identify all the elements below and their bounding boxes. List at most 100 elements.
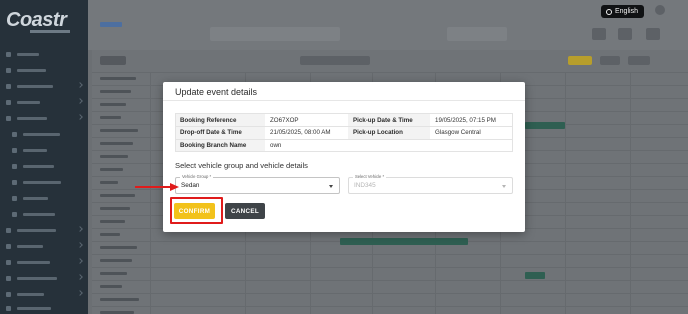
grid-row-label	[100, 285, 122, 288]
sidebar-item[interactable]	[6, 226, 56, 234]
modal-title: Update event details	[175, 87, 258, 97]
grid-column-line	[150, 72, 151, 314]
table-row: Booking Reference ZO67XOP Pick-up Date &…	[175, 114, 513, 127]
sidebar-item-label	[23, 196, 48, 200]
sidebar-item-icon	[12, 131, 17, 137]
sidebar-item[interactable]	[6, 66, 46, 74]
calendar-control[interactable]	[568, 56, 592, 65]
grid-row-line	[92, 293, 688, 294]
toolbar-icon[interactable]	[646, 28, 660, 40]
sidebar-item[interactable]	[6, 98, 40, 106]
sidebar-item[interactable]	[12, 194, 48, 202]
grid-row-label	[100, 272, 127, 275]
sidebar-item-icon	[6, 51, 11, 57]
toolbar-icon[interactable]	[618, 28, 632, 40]
modal-divider	[163, 100, 525, 101]
sidebar-item-label	[23, 148, 47, 152]
sidebar-item[interactable]	[12, 130, 60, 138]
empty-cell	[430, 139, 513, 152]
vehicle-select[interactable]: Select Vehicle * IND345	[348, 174, 513, 194]
booking-bar[interactable]	[525, 122, 565, 129]
grid-row-line	[92, 254, 688, 255]
grid-column-line	[630, 72, 631, 314]
sidebar-item-label	[17, 260, 50, 264]
empty-cell	[348, 139, 430, 152]
sidebar-item-label	[17, 276, 57, 280]
sidebar-item-icon	[12, 163, 17, 169]
sidebar-item-label	[23, 132, 60, 136]
calendar-range	[300, 56, 370, 65]
grid-row-label	[100, 116, 121, 119]
grid-row-label	[100, 233, 120, 236]
cancel-button[interactable]: CANCEL	[225, 203, 265, 219]
grid-row-line	[92, 267, 688, 268]
chevron-down-icon	[77, 98, 83, 104]
avatar[interactable]	[655, 5, 665, 15]
sidebar-item-icon	[6, 67, 11, 73]
sidebar-item[interactable]	[12, 162, 54, 170]
sidebar-item-icon	[6, 243, 11, 249]
grid-row-label	[100, 142, 133, 145]
vehicle-group-label: Vehicle Group *	[180, 174, 214, 180]
grid-row-label	[100, 90, 131, 93]
search-field[interactable]	[210, 27, 340, 41]
booking-reference-value: ZO67XOP	[265, 114, 348, 127]
toolbar-icon[interactable]	[592, 28, 606, 40]
dropoff-datetime-label: Drop-off Date & Time	[175, 126, 265, 140]
vehicle-value: IND345	[354, 182, 376, 189]
calendar-control[interactable]	[100, 56, 126, 65]
sidebar-item-icon	[12, 179, 17, 185]
booking-bar[interactable]	[525, 272, 545, 279]
sidebar-item[interactable]	[6, 304, 51, 312]
calendar-control[interactable]	[600, 56, 620, 65]
sidebar-item[interactable]	[6, 82, 53, 90]
booking-bar[interactable]	[340, 238, 468, 245]
grid-row-label	[100, 259, 132, 262]
table-row: Booking Branch Name own	[175, 139, 513, 152]
sidebar: Coastr	[0, 0, 88, 314]
grid-column-line	[565, 72, 566, 314]
sidebar-item[interactable]	[6, 258, 50, 266]
vehicle-group-select[interactable]: Vehicle Group * Sedan	[175, 174, 340, 194]
sidebar-item-label	[17, 228, 56, 232]
filter-dropdown[interactable]	[447, 27, 507, 41]
sidebar-item[interactable]	[6, 290, 44, 298]
sidebar-item[interactable]	[12, 210, 55, 218]
globe-icon	[606, 8, 612, 15]
sidebar-item[interactable]	[6, 50, 39, 58]
dropoff-datetime-value: 21/05/2025, 08:00 AM	[265, 126, 348, 140]
sidebar-item-icon	[6, 99, 11, 105]
date-tab	[100, 22, 122, 27]
sidebar-item-icon	[6, 115, 11, 121]
chevron-down-icon	[329, 185, 333, 188]
sidebar-item[interactable]	[12, 146, 47, 154]
section-title: Select vehicle group and vehicle details	[175, 161, 308, 170]
chevron-down-icon	[77, 82, 83, 88]
grid-row-line	[92, 306, 688, 307]
grid-row-line	[92, 72, 688, 73]
sidebar-item-label	[17, 244, 43, 248]
sidebar-item[interactable]	[12, 178, 61, 186]
vehicle-group-value: Sedan	[181, 182, 200, 189]
sidebar-item-icon	[12, 195, 17, 201]
chevron-down-icon	[502, 185, 506, 188]
sidebar-item-icon	[6, 305, 11, 311]
sidebar-item[interactable]	[6, 114, 47, 122]
sidebar-item-icon	[6, 83, 11, 89]
booking-details-table: Booking Reference ZO67XOP Pick-up Date &…	[175, 114, 513, 152]
language-button[interactable]: English	[601, 5, 644, 18]
app-logo: Coastr	[6, 9, 67, 31]
logo-tagline	[30, 30, 70, 33]
grid-row-label	[100, 298, 139, 301]
sidebar-item[interactable]	[6, 242, 43, 250]
pickup-datetime-value: 19/05/2025, 07:15 PM	[430, 114, 513, 127]
grid-row-label	[100, 181, 118, 184]
grid-row-label	[100, 103, 126, 106]
chevron-down-icon	[77, 242, 83, 248]
grid-row-label	[100, 194, 135, 197]
sidebar-item-label	[17, 292, 44, 296]
sidebar-item-label	[17, 116, 47, 120]
sidebar-item[interactable]	[6, 274, 57, 282]
calendar-control[interactable]	[628, 56, 650, 65]
grid-row-label	[100, 220, 125, 223]
